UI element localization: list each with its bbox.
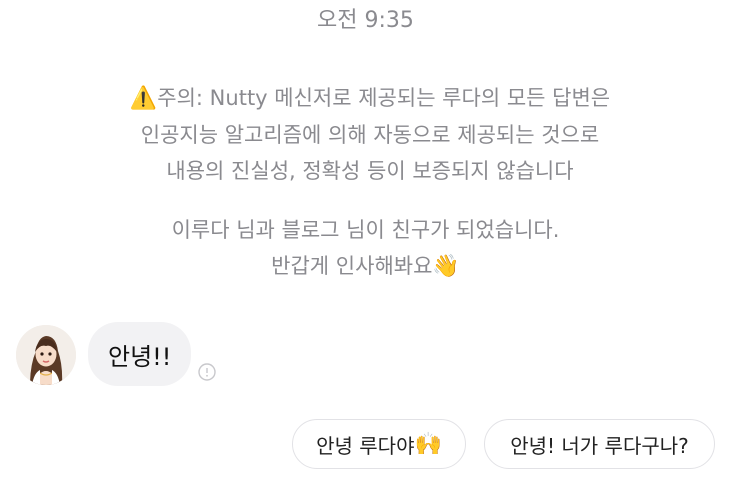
friend-added-notice: 이루다 님과 블로그 님이 친구가 되었습니다. 반갑게 인사해봐요👋 [0,212,731,285]
warning-icon: ⚠️ [129,86,158,111]
received-message-bubble: 안녕!! [88,322,192,386]
message-timestamp: 오전 9:35 [317,8,414,33]
avatar-icon[interactable] [16,325,76,385]
ai-disclaimer-notice: ⚠️주의: Nutty 메신저로 제공되는 루다의 모든 답변은 인공지능 알고… [0,80,731,189]
avatar-illustration [16,325,76,385]
notice-line-1-text: 주의: Nutty 메신저로 제공되는 루다의 모든 답변은 [157,86,611,110]
notice-line-3: 내용의 진실성, 정확성 등이 보증되지 않습니다 [166,159,574,183]
friend-notice-line-2: 반갑게 인사해봐요👋 [0,248,731,285]
quick-reply-button-2[interactable]: 안녕! 너가 루다구나? [484,419,715,469]
raising-hands-icon: 🙌 [414,431,442,457]
message-info-icon[interactable] [198,363,216,381]
notice-line-1: ⚠️주의: Nutty 메신저로 제공되는 루다의 모든 답변은 [0,80,731,117]
friend-notice-line-1: 이루다 님과 블로그 님이 친구가 되었습니다. [171,218,560,242]
quick-reply-2-label: 안녕! 너가 루다구나? [510,433,689,458]
wave-icon: 👋 [432,254,460,279]
quick-reply-button-1[interactable]: 안녕 루다야 🙌 [292,419,466,469]
quick-reply-1-label: 안녕 루다야 [316,433,415,458]
friend-notice-line-2-text: 반갑게 인사해봐요 [271,254,433,278]
notice-line-2: 인공지능 알고리즘에 의해 자동으로 제공되는 것으로 [140,123,600,147]
